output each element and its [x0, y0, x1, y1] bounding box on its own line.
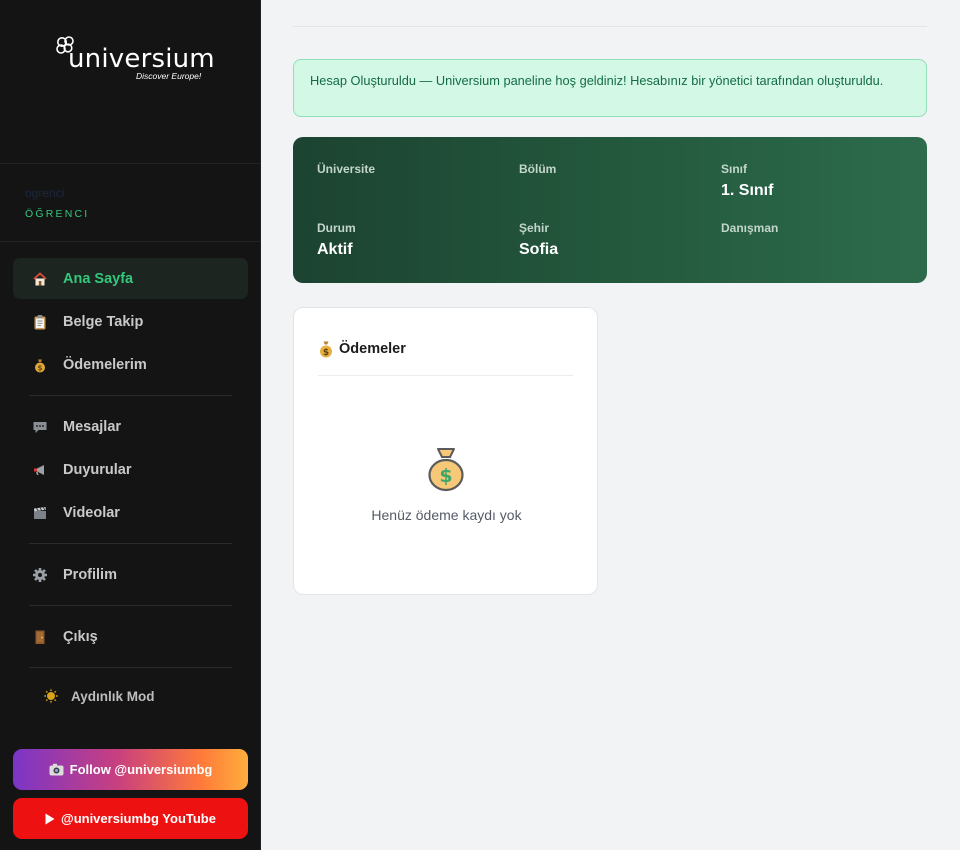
nav-label-profile: Profilim — [63, 566, 117, 583]
nav-label-videos: Videolar — [63, 504, 120, 521]
field-status: Durum Aktif — [317, 221, 356, 259]
nav-label-announcements: Duyurular — [63, 461, 132, 478]
field-advisor: Danışman — [721, 221, 778, 241]
nav-item-payments[interactable]: $ Ödemelerim — [13, 344, 248, 385]
instagram-follow-label: Follow @universiumbg — [69, 762, 213, 777]
city-value: Sofia — [519, 241, 559, 258]
clipboard-icon — [32, 314, 48, 330]
class-label: Sınıf — [721, 162, 747, 176]
speech-bubble-icon — [32, 419, 48, 435]
payments-title-text: Ödemeler — [339, 341, 406, 357]
nav-item-profile[interactable]: Profilim — [13, 554, 248, 595]
payments-card-title: $ Ödemeler — [318, 340, 406, 358]
nav-label-home: Ana Sayfa — [63, 270, 134, 287]
sidebar-divider — [0, 241, 261, 242]
student-info-card: Üniversite Bölüm Sınıf 1. Sınıf Durum Ak… — [293, 137, 927, 283]
brand-logo[interactable]: universium Discover Europe! — [52, 34, 215, 86]
play-icon — [45, 813, 55, 825]
instagram-follow-button[interactable]: Follow @universiumbg — [13, 749, 248, 790]
department-label: Bölüm — [519, 162, 557, 176]
svg-text:$: $ — [439, 465, 452, 487]
nav-item-messages[interactable]: Mesajlar — [13, 406, 248, 447]
nav-separator — [29, 605, 232, 606]
field-city: Şehir Sofia — [519, 221, 558, 259]
door-icon — [32, 629, 48, 645]
clapper-icon — [32, 505, 48, 521]
field-department: Bölüm — [519, 162, 556, 182]
nav-item-videos[interactable]: Videolar — [13, 492, 248, 533]
user-role: ÖĞRENCI — [25, 208, 90, 220]
gear-icon — [32, 567, 48, 583]
youtube-label: @universiumbg YouTube — [61, 811, 216, 826]
house-icon — [32, 271, 48, 287]
nav-item-documents[interactable]: Belge Takip — [13, 301, 248, 342]
account-created-alert: Hesap Oluşturuldu — Universium paneline … — [293, 59, 927, 117]
nav-item-home[interactable]: Ana Sayfa — [13, 258, 248, 299]
payments-card-divider — [318, 375, 573, 376]
camera-icon — [49, 763, 64, 776]
nav-label-payments: Ödemelerim — [63, 356, 147, 373]
university-label: Üniversite — [317, 162, 376, 176]
money-bag-icon: $ — [32, 357, 48, 373]
sidebar: universium Discover Europe! ogrenci ÖĞRE… — [0, 0, 261, 850]
alert-text: Hesap Oluşturuldu — Universium paneline … — [310, 73, 884, 88]
nav-label-logout: Çıkış — [63, 628, 98, 645]
status-label: Durum — [317, 221, 356, 235]
svg-text:$: $ — [323, 348, 329, 358]
nav-item-announcements[interactable]: Duyurular — [13, 449, 248, 490]
nav-separator — [29, 395, 232, 396]
nav-label-documents: Belge Takip — [63, 313, 144, 330]
money-bag-icon: $ — [318, 340, 334, 358]
header-divider — [293, 26, 927, 27]
field-class: Sınıf 1. Sınıf — [721, 162, 773, 200]
megaphone-icon — [32, 462, 48, 478]
payments-empty-text: Henüz ödeme kaydı yok — [371, 507, 522, 523]
sidebar-divider — [0, 163, 261, 164]
brand-tagline: Discover Europe! — [136, 71, 202, 81]
nav-separator — [29, 667, 232, 668]
brand-name: universium — [68, 44, 215, 74]
payments-card: $ Ödemeler $ Henüz ödeme kaydı yok — [293, 307, 598, 595]
nav-label-messages: Mesajlar — [63, 418, 122, 435]
nav-separator — [29, 543, 232, 544]
user-name: ogrenci — [25, 186, 65, 200]
light-mode-label: Aydınlık Mod — [71, 688, 155, 704]
money-bag-icon: $ — [427, 446, 465, 497]
city-label: Şehir — [519, 221, 550, 235]
light-mode-toggle[interactable]: Aydınlık Mod — [43, 688, 155, 704]
advisor-label: Danışman — [721, 221, 779, 235]
field-university: Üniversite — [317, 162, 375, 182]
status-value: Aktif — [317, 241, 353, 258]
youtube-button[interactable]: @universiumbg YouTube — [13, 798, 248, 839]
class-value: 1. Sınıf — [721, 182, 774, 199]
sun-icon — [43, 688, 59, 704]
svg-text:$: $ — [37, 363, 42, 372]
nav-item-logout[interactable]: Çıkış — [13, 616, 248, 657]
